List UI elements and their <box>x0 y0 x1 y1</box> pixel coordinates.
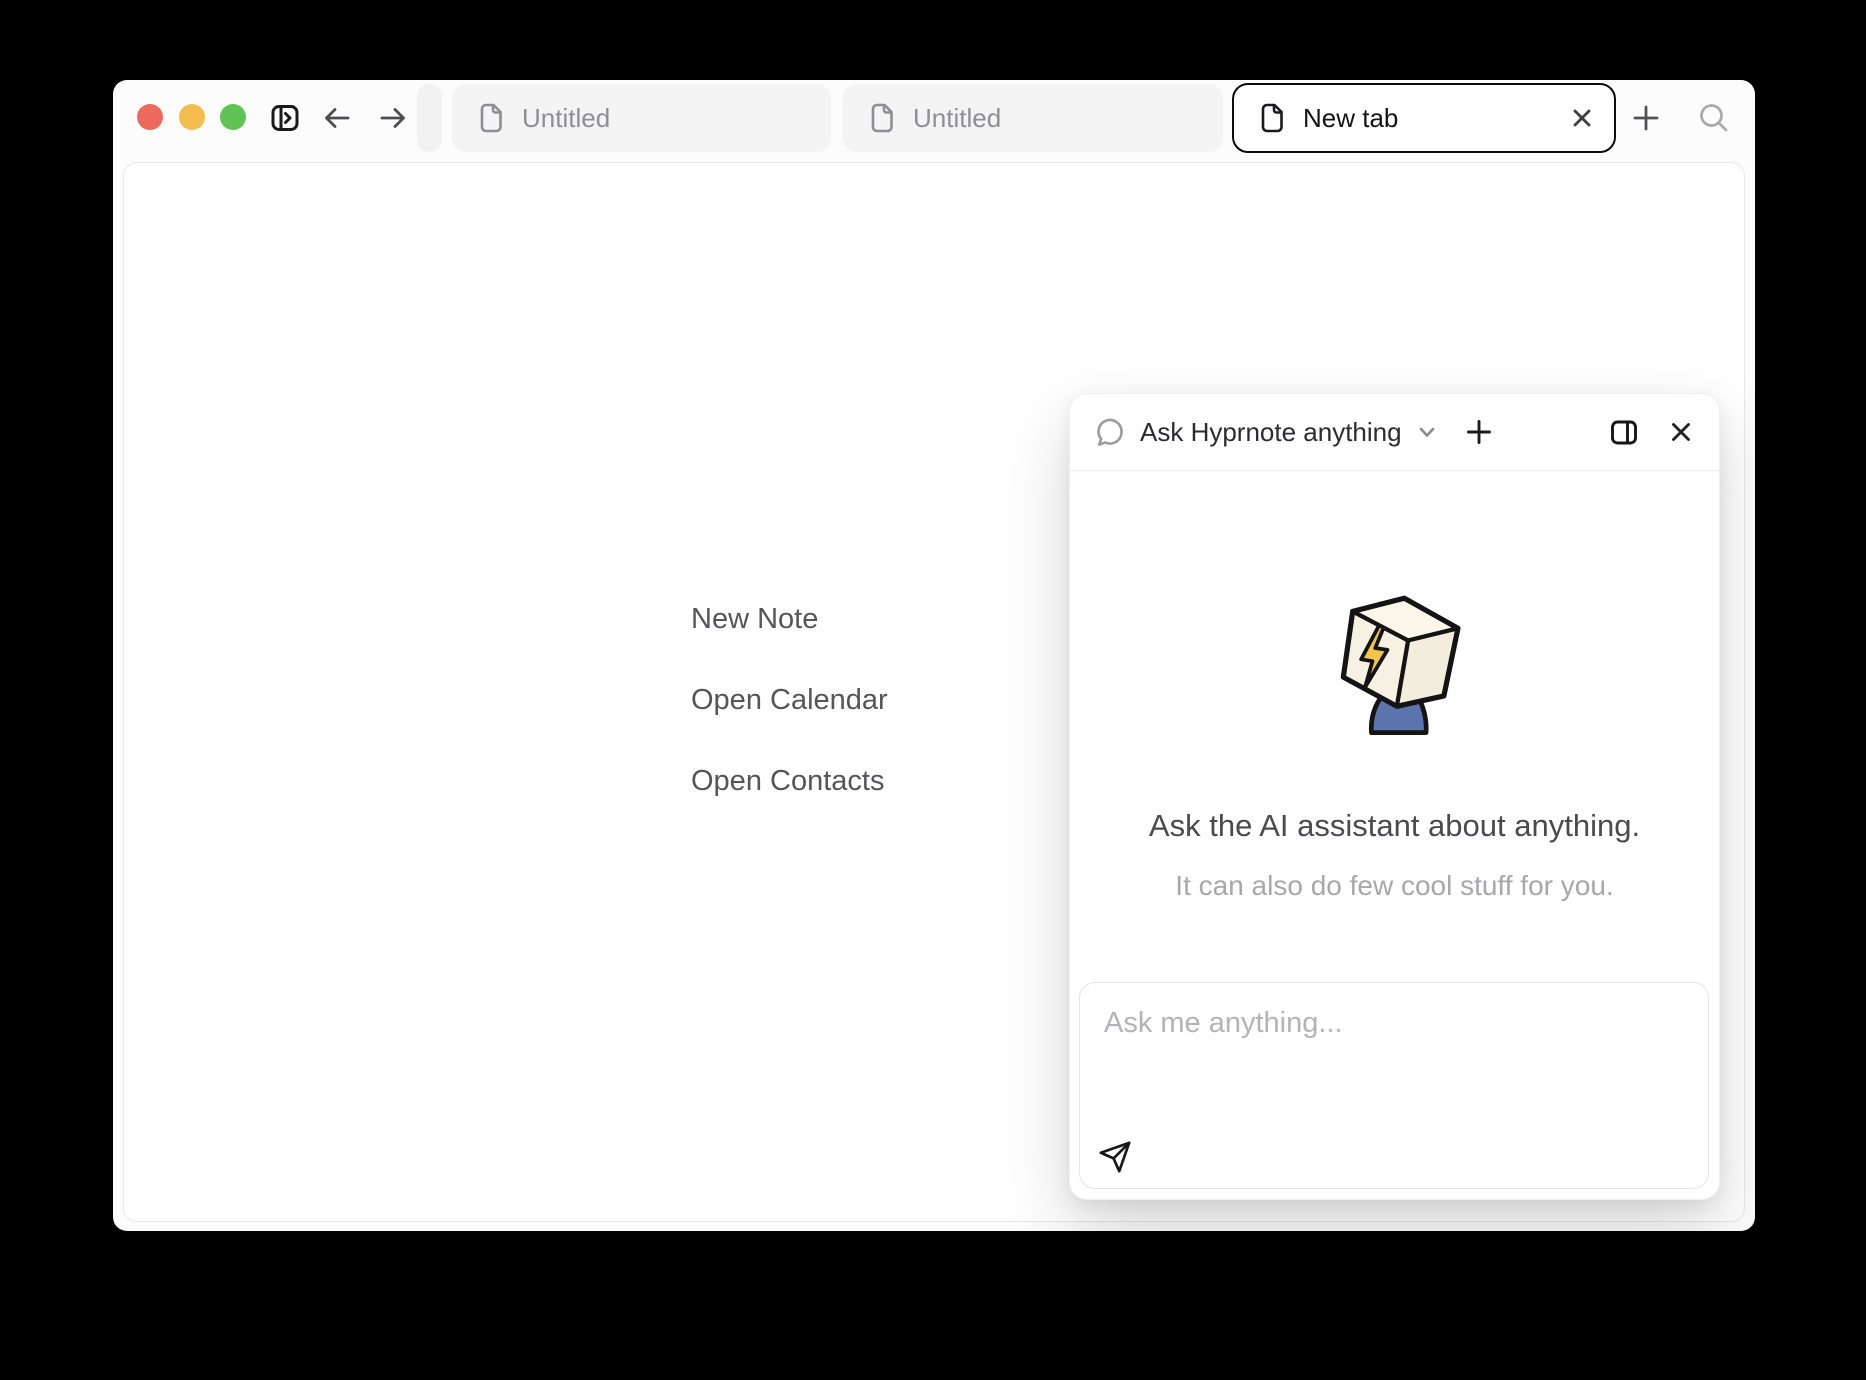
send-icon <box>1098 1140 1132 1174</box>
close-icon <box>1667 418 1695 446</box>
sidebar-toggle-button[interactable] <box>270 103 300 133</box>
back-icon <box>320 101 354 135</box>
assistant-subheading: It can also do few cool stuff for you. <box>1070 869 1719 903</box>
file-icon <box>478 103 504 133</box>
assistant-input[interactable] <box>1080 983 1708 1123</box>
assistant-panel-header: Ask Hyprnote anything <box>1070 394 1719 471</box>
close-icon <box>1569 105 1595 131</box>
traffic-light-zoom[interactable] <box>220 104 246 130</box>
zoom-circle-icon <box>220 104 246 130</box>
assistant-input-box <box>1079 982 1709 1189</box>
open-in-side-panel-button[interactable] <box>1609 417 1639 447</box>
new-note-link[interactable]: New Note <box>691 601 888 637</box>
tab-label: New tab <box>1303 103 1398 134</box>
tab-strip-divider <box>417 84 442 152</box>
new-chat-button[interactable] <box>1464 417 1494 447</box>
close-panel-button[interactable] <box>1667 418 1695 446</box>
tab-untitled-2[interactable]: Untitled <box>843 84 1223 152</box>
sidebar-toggle-icon <box>270 103 300 133</box>
traffic-light-close[interactable] <box>137 104 163 130</box>
file-icon <box>869 103 895 133</box>
assistant-heading: Ask the AI assistant about anything. <box>1070 807 1719 845</box>
back-button[interactable] <box>320 101 354 135</box>
open-contacts-link[interactable]: Open Contacts <box>691 763 888 799</box>
search-icon <box>1697 101 1731 135</box>
forward-button[interactable] <box>376 101 410 135</box>
close-circle-icon <box>137 104 163 130</box>
new-tab-button[interactable] <box>1629 101 1663 135</box>
assistant-panel: Ask Hyprnote anything <box>1069 393 1720 1200</box>
forward-icon <box>376 101 410 135</box>
desktop-background: Untitled Untitled New tab <box>0 0 1866 1380</box>
plus-icon <box>1630 102 1662 134</box>
tab-label: Untitled <box>522 103 610 134</box>
assistant-mascot-icon <box>1329 586 1461 742</box>
tab-untitled-1[interactable]: Untitled <box>452 84 831 152</box>
open-calendar-link[interactable]: Open Calendar <box>691 682 888 718</box>
assistant-title: Ask Hyprnote anything <box>1140 417 1402 448</box>
plus-icon <box>1464 417 1494 447</box>
tab-close-button[interactable] <box>1568 104 1596 132</box>
chevron-down-icon[interactable] <box>1416 421 1438 443</box>
search-button[interactable] <box>1697 101 1731 135</box>
tab-new-tab-active[interactable]: New tab <box>1232 83 1616 153</box>
tab-label: Untitled <box>913 103 1001 134</box>
quick-links: New Note Open Calendar Open Contacts <box>691 601 888 799</box>
file-icon <box>1259 103 1285 133</box>
title-bar[interactable]: Untitled Untitled New tab <box>113 80 1755 162</box>
speech-bubble-icon <box>1094 416 1126 448</box>
split-panel-icon <box>1609 417 1639 447</box>
traffic-light-minimize[interactable] <box>179 104 205 130</box>
minimize-circle-icon <box>179 104 205 130</box>
send-button[interactable] <box>1098 1140 1132 1174</box>
